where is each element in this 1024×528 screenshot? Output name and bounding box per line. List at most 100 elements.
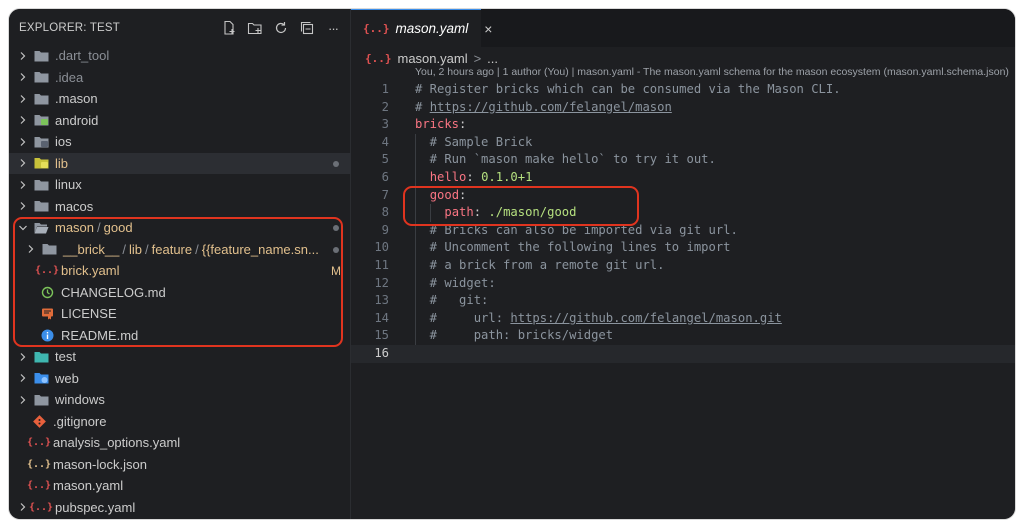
comment-text: #: [415, 99, 430, 114]
code-line: 2 # https://github.com/felangel/mason: [351, 99, 1015, 117]
code-line: 13 # git:: [351, 292, 1015, 310]
line-number: 10: [374, 240, 389, 255]
line-text: # https://github.com/felangel/mason: [415, 99, 672, 117]
tree-item-label: linux: [55, 177, 82, 193]
yaml-file-icon: {..}: [26, 480, 52, 492]
highlight-box-mason-good: [13, 217, 343, 347]
folder-icon: [33, 92, 49, 106]
line-number: 2: [381, 99, 389, 114]
code-line-current: 16: [351, 344, 1015, 363]
line-text: # widget:: [415, 275, 496, 290]
chevron-right-icon: [17, 372, 29, 384]
tree-item-pubspec[interactable]: {..} pubspec.yaml: [9, 497, 351, 519]
tree-item-gitignore[interactable]: .gitignore: [9, 411, 351, 433]
yaml-file-icon: {..}: [363, 22, 390, 35]
highlight-box-good-entry: [403, 186, 639, 226]
line-number: 3: [381, 117, 389, 132]
tree-item-windows[interactable]: windows: [9, 389, 351, 411]
line-text: hello: 0.1.0+1: [415, 169, 533, 187]
tree-item-linux[interactable]: linux: [9, 174, 351, 196]
tree-item-label: pubspec.yaml: [55, 499, 136, 515]
code-line: 10 # Uncomment the following lines to im…: [351, 239, 1015, 257]
tree-item-label: .dart_tool: [55, 48, 110, 64]
line-text: # Sample Brick: [415, 134, 533, 149]
tree-item-android[interactable]: android: [9, 110, 351, 132]
chevron-right-icon: [17, 136, 29, 148]
tree-item-label: windows: [55, 392, 105, 408]
punct: :: [459, 117, 467, 132]
close-icon[interactable]: ×: [484, 21, 492, 37]
android-folder-icon: [33, 113, 49, 127]
tree-item-label: mason.yaml: [53, 478, 124, 494]
yaml-key: hello: [429, 169, 467, 184]
chevron-right-icon: [17, 501, 29, 513]
tree-item-test[interactable]: test: [9, 346, 351, 368]
tree-item-label: lib: [55, 155, 69, 171]
lib-folder-icon: [33, 156, 49, 170]
tab-mason-yaml[interactable]: {..} mason.yaml ×: [351, 9, 492, 47]
new-file-icon[interactable]: [219, 18, 239, 38]
tree-item-ios[interactable]: ios: [9, 131, 351, 153]
explorer-title: EXPLORER: TEST: [19, 22, 121, 34]
url-link[interactable]: https://github.com/felangel/mason.git: [510, 311, 782, 325]
tree-item-idea[interactable]: .idea: [9, 67, 351, 89]
code-line: 4 # Sample Brick: [351, 133, 1015, 152]
tree-item-web[interactable]: web: [9, 368, 351, 390]
tree-item-lib[interactable]: lib: [9, 152, 351, 174]
code-line: 14 # url: https://github.com/felangel/ma…: [351, 309, 1015, 328]
chevron-right-icon: [17, 394, 29, 406]
vscode-window: EXPLORER: TEST ··· .dart_tool .idea .mas…: [8, 8, 1016, 520]
line-text: bricks:: [415, 116, 466, 134]
line-number: 4: [381, 134, 389, 149]
line-text: # Run `mason make hello` to try it out.: [415, 152, 716, 167]
json-file-icon: {..}: [26, 458, 52, 470]
more-icon[interactable]: ···: [323, 18, 343, 38]
line-number: 7: [381, 187, 389, 202]
tree-item-label: web: [55, 370, 79, 386]
tab-bar: {..} mason.yaml ×: [351, 9, 1015, 47]
line-number: 15: [374, 328, 389, 343]
test-folder-icon: [33, 350, 49, 364]
breadcrumb-more[interactable]: ...: [487, 51, 498, 66]
yaml-file-icon: {..}: [28, 501, 54, 513]
explorer-sidebar: EXPLORER: TEST ··· .dart_tool .idea .mas…: [9, 9, 351, 519]
code-line: 11 # a brick from a remote git url.: [351, 256, 1015, 275]
code-line: 3 bricks:: [351, 116, 1015, 134]
punct: :: [466, 169, 482, 184]
editor-pane: {..} mason.yaml × {..} mason.yaml > ... …: [351, 9, 1015, 519]
modified-dot: [333, 160, 339, 167]
breadcrumb-file[interactable]: mason.yaml: [398, 51, 468, 66]
git-icon: [31, 414, 47, 428]
folder-icon: [33, 199, 49, 213]
line-number: 13: [374, 293, 389, 308]
tree-item-analysis-options[interactable]: {..} analysis_options.yaml: [9, 432, 351, 454]
code-line: 1 # Register bricks which can be consumed…: [351, 81, 1015, 99]
url-link[interactable]: https://github.com/felangel/mason: [430, 100, 672, 114]
line-text: # path: bricks/widget: [415, 328, 614, 343]
tree-item-label: android: [55, 112, 99, 128]
chevron-right-icon: [17, 157, 29, 169]
explorer-header: EXPLORER: TEST ···: [9, 9, 351, 47]
tree-item-macos[interactable]: macos: [9, 196, 351, 218]
chevron-right-icon: >: [473, 50, 482, 66]
code-line: 6 hello: 0.1.0+1: [351, 168, 1015, 187]
folder-icon: [33, 178, 49, 192]
line-text: # Uncomment the following lines to impor…: [415, 240, 731, 255]
ios-folder-icon: [33, 135, 49, 149]
tree-item-mason-lock[interactable]: {..} mason-lock.json: [9, 454, 351, 476]
new-folder-icon[interactable]: [245, 18, 265, 38]
chevron-right-icon: [17, 114, 29, 126]
code-line: 12 # widget:: [351, 274, 1015, 293]
yaml-file-icon: {..}: [26, 437, 52, 449]
line-number: 1: [381, 82, 389, 96]
line-number: 5: [381, 152, 389, 167]
tree-item-mason-yaml[interactable]: {..} mason.yaml: [9, 475, 351, 497]
explorer-actions: ···: [219, 18, 343, 38]
tree-item-mason-hidden[interactable]: .mason: [9, 88, 351, 110]
tree-item-dart-tool[interactable]: .dart_tool: [9, 45, 351, 67]
refresh-icon[interactable]: [271, 18, 291, 38]
collapse-all-icon[interactable]: [297, 18, 317, 38]
line-text: # git:: [415, 293, 489, 308]
yaml-key: bricks: [415, 117, 460, 132]
